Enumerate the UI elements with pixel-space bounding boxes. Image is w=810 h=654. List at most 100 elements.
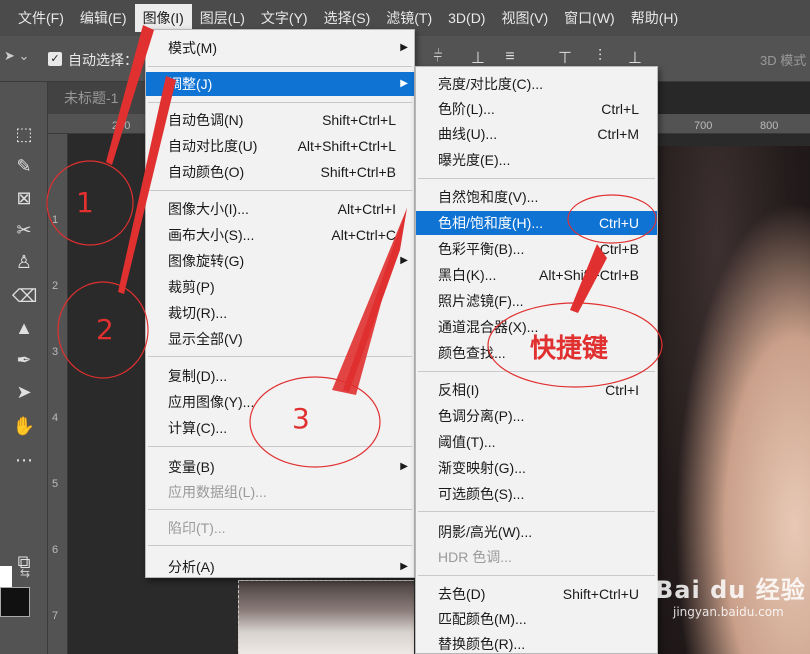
- menu-window[interactable]: 窗口(W): [556, 4, 623, 32]
- mode-3d-label[interactable]: 3D 模式: [760, 50, 806, 69]
- menu-item-label: 复制(D)...: [168, 368, 228, 384]
- menu-item-replace-color[interactable]: 替换颜色(R)...: [416, 632, 657, 654]
- menu-item-label: 颜色查找...: [438, 345, 506, 361]
- path-select-icon[interactable]: ➤: [12, 380, 36, 404]
- menu-item-label: 渐变映射(G)...: [438, 460, 526, 476]
- menu-item-shortcut: Alt+Ctrl+C: [331, 227, 396, 243]
- menu-item-image-rotation[interactable]: 图像旋转(G) ▶: [146, 249, 414, 273]
- watermark-url: jingyan.baidu.com: [673, 605, 784, 619]
- auto-select-checkbox[interactable]: ✓: [48, 52, 62, 66]
- background-color-swatch[interactable]: [0, 587, 30, 617]
- menu-item-apply-image[interactable]: 应用图像(Y)...: [146, 390, 414, 414]
- menu-item-hue-saturation[interactable]: 色相/饱和度(H)... Ctrl+U: [416, 211, 657, 235]
- menu-item-mode[interactable]: 模式(M) ▶: [146, 36, 414, 60]
- menu-item-crop[interactable]: 裁剪(P): [146, 275, 414, 299]
- canvas-photo-selection[interactable]: [238, 580, 414, 654]
- menu-item-auto-tone[interactable]: 自动色调(N) Shift+Ctrl+L: [146, 108, 414, 132]
- menu-item-auto-color[interactable]: 自动颜色(O) Shift+Ctrl+B: [146, 160, 414, 184]
- menu-item-match-color[interactable]: 匹配颜色(M)...: [416, 607, 657, 631]
- stamp-tool-icon[interactable]: ♙: [12, 250, 36, 274]
- menu-item-reveal-all[interactable]: 显示全部(V): [146, 327, 414, 351]
- menu-item-label: 反相(I): [438, 382, 480, 398]
- healing-brush-icon[interactable]: ✂: [12, 218, 36, 242]
- distribute-bottom-icon[interactable]: ⊥: [625, 48, 645, 68]
- menu-item-gradient-map[interactable]: 渐变映射(G)...: [416, 456, 657, 480]
- menu-item-shadows-highlights[interactable]: 阴影/高光(W)...: [416, 520, 657, 544]
- menu-item-trim[interactable]: 裁切(R)...: [146, 301, 414, 325]
- frame-tool-icon[interactable]: ⊠: [12, 186, 36, 210]
- menu-item-label: 色彩平衡(B)...: [438, 241, 525, 257]
- menu-item-threshold[interactable]: 阈值(T)...: [416, 430, 657, 454]
- menu-item-vibrance[interactable]: 自然饱和度(V)...: [416, 185, 657, 209]
- ruler-label: 3: [52, 346, 59, 358]
- screen-mode-icon[interactable]: ⧉: [12, 550, 36, 574]
- menu-layer[interactable]: 图层(L): [192, 4, 253, 32]
- menu-separator: [418, 178, 655, 179]
- quick-select-icon[interactable]: ✎: [12, 154, 36, 178]
- menu-item-curves[interactable]: 曲线(U)... Ctrl+M: [416, 122, 657, 146]
- menu-item-canvas-size[interactable]: 画布大小(S)... Alt+Ctrl+C: [146, 223, 414, 247]
- more-tools-icon[interactable]: ⋯: [12, 448, 36, 472]
- ruler-label: 2: [52, 280, 59, 292]
- menu-item-label: 亮度/对比度(C)...: [438, 76, 543, 92]
- menu-item-photo-filter[interactable]: 照片滤镜(F)...: [416, 289, 657, 313]
- pen-tool-icon[interactable]: ✒: [12, 348, 36, 372]
- menu-item-label: 照片滤镜(F)...: [438, 293, 524, 309]
- align-vertical-center-icon[interactable]: ⫩: [428, 48, 448, 68]
- menu-item-image-size[interactable]: 图像大小(I)... Alt+Ctrl+I: [146, 197, 414, 221]
- menu-item-label: 自动色调(N): [168, 112, 244, 128]
- marquee-tool-icon[interactable]: ⬚: [12, 122, 36, 146]
- step-3-label: 3: [292, 402, 310, 435]
- menu-item-exposure[interactable]: 曝光度(E)...: [416, 148, 657, 172]
- menu-select[interactable]: 选择(S): [316, 4, 379, 32]
- menu-item-black-white[interactable]: 黑白(K)... Alt+Shift+Ctrl+B: [416, 263, 657, 287]
- move-tool-arrow-icon[interactable]: ➤ ⌄: [4, 48, 29, 64]
- menu-item-auto-contrast[interactable]: 自动对比度(U) Alt+Shift+Ctrl+L: [146, 134, 414, 158]
- menu-separator: [148, 66, 412, 67]
- menu-item-shortcut: Ctrl+I: [605, 382, 639, 398]
- align-bottom-icon[interactable]: ⊥: [468, 48, 488, 68]
- menu-item-selective-color[interactable]: 可选颜色(S)...: [416, 482, 657, 506]
- menu-item-label: 模式(M): [168, 40, 217, 56]
- vertical-ruler: 1 2 3 4 5 6 7: [48, 134, 68, 654]
- menu-item-label: 显示全部(V): [168, 331, 243, 347]
- menu-edit[interactable]: 编辑(E): [72, 4, 135, 32]
- menu-item-invert[interactable]: 反相(I) Ctrl+I: [416, 378, 657, 402]
- menu-separator: [148, 446, 412, 447]
- sharpen-tool-icon[interactable]: ▲: [12, 316, 36, 340]
- menu-separator: [148, 509, 412, 510]
- menu-item-duplicate[interactable]: 复制(D)...: [146, 364, 414, 388]
- menu-item-color-balance[interactable]: 色彩平衡(B)... Ctrl+B: [416, 237, 657, 261]
- hand-tool-icon[interactable]: ✋: [12, 414, 36, 438]
- ruler-label: 7: [52, 610, 59, 622]
- menu-view[interactable]: 视图(V): [493, 4, 556, 32]
- menu-item-analysis[interactable]: 分析(A) ▶: [146, 555, 414, 579]
- menu-item-calculations[interactable]: 计算(C)...: [146, 416, 414, 440]
- submenu-arrow-icon: ▶: [400, 561, 408, 572]
- menu-filter[interactable]: 滤镜(T): [378, 4, 440, 32]
- menu-item-brightness-contrast[interactable]: 亮度/对比度(C)...: [416, 72, 657, 96]
- menu-item-adjustments[interactable]: 调整(J) ▶: [146, 72, 414, 96]
- menu-item-posterize[interactable]: 色调分离(P)...: [416, 404, 657, 428]
- menu-item-hdr-toning: HDR 色调...: [416, 545, 657, 569]
- toolbar: ⬚ ✎ ⊠ ✂ ♙ ⌫ ▲ ✒ ➤ ✋ ⋯ ⇆ ⧉: [0, 82, 48, 654]
- distribute-center-icon[interactable]: ⫶: [590, 48, 610, 68]
- menu-file[interactable]: 文件(F): [10, 4, 72, 32]
- menu-item-variables[interactable]: 变量(B) ▶: [146, 455, 414, 479]
- align-horizontal-icon[interactable]: ≡: [500, 48, 520, 68]
- menu-item-shortcut: Alt+Shift+Ctrl+L: [297, 138, 396, 154]
- menu-item-shortcut: Shift+Ctrl+B: [320, 164, 396, 180]
- submenu-arrow-icon: ▶: [400, 255, 408, 266]
- menu-item-levels[interactable]: 色阶(L)... Ctrl+L: [416, 97, 657, 121]
- distribute-top-icon[interactable]: ⊤: [555, 48, 575, 68]
- menu-3d[interactable]: 3D(D): [440, 4, 493, 32]
- menu-item-label: 黑白(K)...: [438, 267, 497, 283]
- menu-help[interactable]: 帮助(H): [623, 4, 686, 32]
- document-tab[interactable]: 未标题-1: [48, 82, 148, 114]
- eraser-tool-icon[interactable]: ⌫: [12, 284, 37, 308]
- menu-item-shortcut: Alt+Ctrl+I: [337, 201, 396, 217]
- menu-type[interactable]: 文字(Y): [253, 4, 316, 32]
- menu-item-shortcut: Ctrl+U: [598, 215, 639, 231]
- menu-image[interactable]: 图像(I): [134, 4, 192, 32]
- menu-item-desaturate[interactable]: 去色(D) Shift+Ctrl+U: [416, 582, 657, 606]
